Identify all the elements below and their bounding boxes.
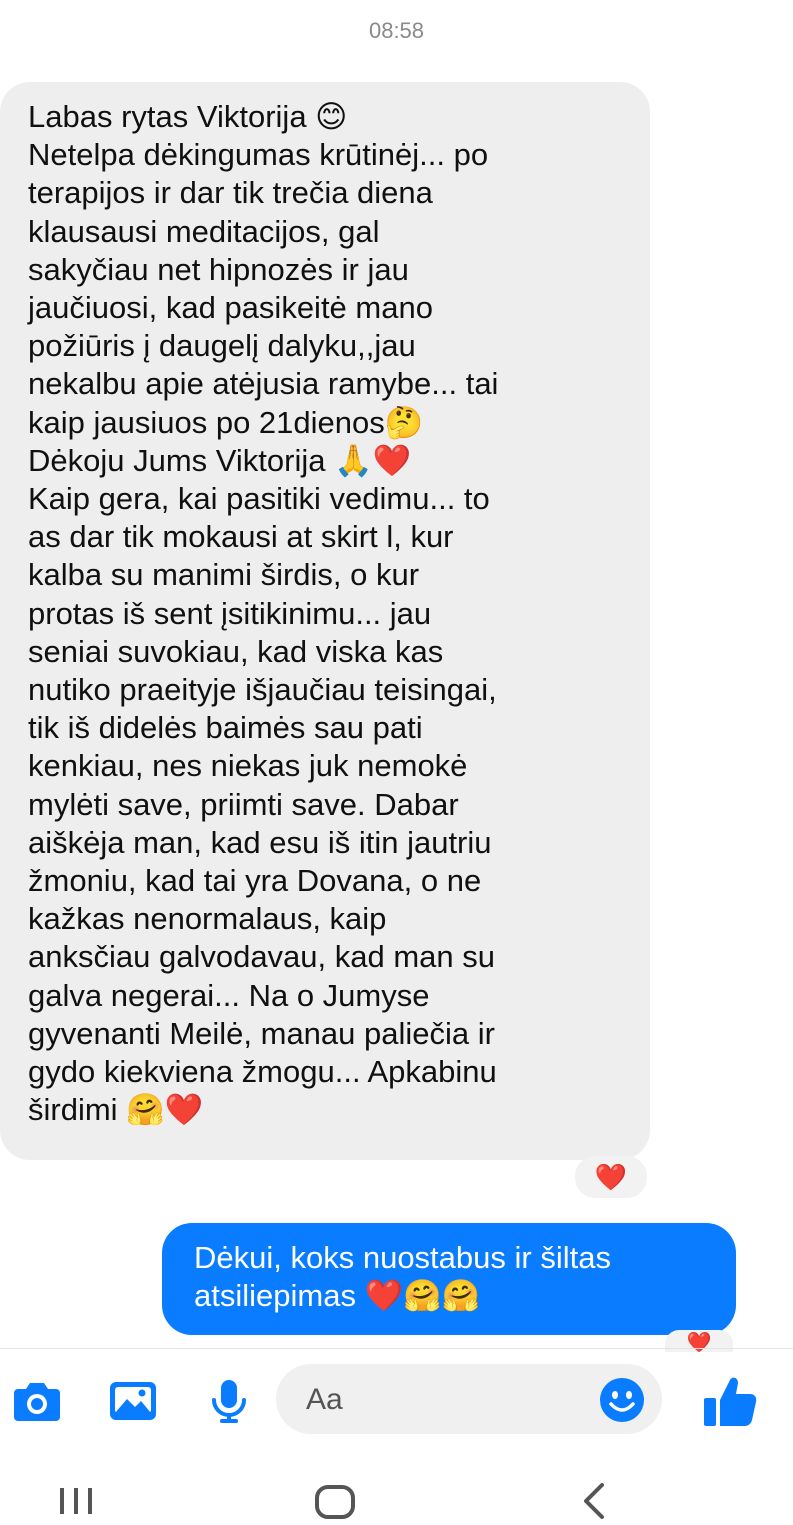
message-line: as dar tik mokausi at skirt l, kur (28, 519, 454, 555)
message-input[interactable]: Aa (276, 1364, 662, 1434)
message-line: kenkiau, nes niekas juk nemokė (28, 748, 468, 784)
message-composer: Aa (0, 1360, 793, 1440)
message-line: nutiko praeityje išjaučiau teisingai, (28, 672, 497, 708)
message-line: kaip jausiuos po 21dienos🤔 (28, 404, 424, 440)
message-line: galva negerai... Na o Jumyse (28, 977, 430, 1013)
message-line: Labas rytas Viktorija 😊 (28, 99, 348, 134)
emoji-button[interactable] (598, 1376, 646, 1424)
system-navigation-bar (0, 1462, 793, 1520)
camera-icon (14, 1383, 60, 1421)
message-line: širdimi 🤗❤️ (28, 1092, 204, 1128)
message-line: Netelpa dėkingumas krūtinėj... po (28, 137, 489, 173)
message-timestamp: 08:58 (368, 18, 425, 43)
image-icon (110, 1382, 156, 1420)
outgoing-message-bubble[interactable]: Dėkui, koks nuostabus ir šiltas atsiliep… (162, 1223, 736, 1335)
message-line: mylėti save, priimti save. Dabar (28, 786, 459, 822)
message-line: Dėkui, koks nuostabus ir šiltas (194, 1240, 611, 1275)
message-line: tik iš didelės baimės sau pati (28, 710, 423, 746)
message-line: atsiliepimas ❤️🤗🤗 (194, 1278, 481, 1313)
thumbs-up-icon (704, 1377, 757, 1426)
recent-apps-button[interactable] (56, 1486, 96, 1516)
message-line: anksčiau galvodavau, kad man su (28, 939, 496, 975)
incoming-message-heart-reaction[interactable]: ❤️ (575, 1156, 647, 1198)
composer-divider (0, 1348, 793, 1349)
message-line: kalba su manimi širdis, o kur (28, 557, 420, 593)
message-line: požiūris į daugelį dalyku,,jau (28, 328, 416, 364)
message-input-placeholder: Aa (306, 1383, 343, 1416)
voice-record-button[interactable] (204, 1378, 254, 1424)
message-line: nekalbu apie atėjusia ramybe... tai (28, 366, 499, 402)
home-icon (315, 1485, 355, 1519)
message-line: Kaip gera, kai pasitiki vedimu... to (28, 481, 490, 517)
message-line: sakyčiau net hipnozės ir jau (28, 251, 409, 287)
message-line: Dėkoju Jums Viktorija 🙏❤️ (28, 442, 412, 478)
message-line: klausausi meditacijos, gal (28, 213, 380, 249)
gallery-button[interactable] (108, 1378, 158, 1424)
message-line: jaučiuosi, kad pasikeitė mano (28, 290, 433, 326)
back-icon (584, 1483, 604, 1519)
message-line: gydo kiekviena žmogu... Apkabinu (28, 1054, 497, 1090)
recent-apps-icon (60, 1488, 92, 1514)
message-line: gyvenanti Meilė, manau paliečia ir (28, 1015, 495, 1051)
microphone-icon (212, 1380, 246, 1423)
emoji-icon (600, 1378, 644, 1422)
message-line: kažkas nenormalaus, kaip (28, 901, 387, 937)
message-line: seniai suvokiau, kad viska kas (28, 633, 444, 669)
message-line: terapijos ir dar tik trečia diena (28, 175, 433, 211)
message-line: žmoniu, kad tai yra Dovana, o ne (28, 863, 482, 899)
message-line: aiškėja man, kad esu iš itin jautriu (28, 824, 492, 860)
back-button[interactable] (578, 1482, 608, 1520)
incoming-message-bubble[interactable]: Labas rytas Viktorija 😊 Netelpa dėkingum… (0, 82, 650, 1160)
message-line: protas iš sent įsitikinimu... jau (28, 595, 432, 631)
home-button[interactable] (314, 1484, 356, 1520)
like-button[interactable] (700, 1374, 760, 1428)
camera-button[interactable] (12, 1378, 62, 1424)
